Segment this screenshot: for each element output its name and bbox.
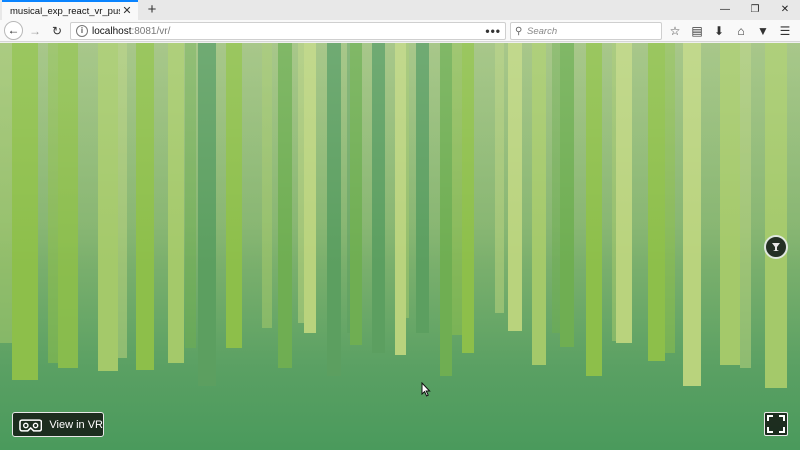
url-text[interactable]: localhost:8081/vr/	[92, 25, 170, 38]
pillar	[98, 43, 118, 371]
pillar	[416, 43, 429, 333]
minimize-icon[interactable]: —	[710, 0, 740, 20]
pillar	[462, 43, 474, 353]
download-icon[interactable]: ⬇	[708, 22, 730, 40]
cup-icon[interactable]	[764, 235, 788, 259]
pillar	[560, 43, 574, 347]
fullscreen-icon[interactable]	[764, 412, 788, 436]
pillar	[765, 43, 787, 388]
search-icon: ⚲	[515, 26, 523, 37]
pillar	[440, 43, 452, 376]
vr-viewport[interactable]: View in VR	[0, 43, 800, 450]
pillar	[452, 43, 463, 335]
browser-window: musical_exp_react_vr_pusher ✕ + — ❐ ✕ ← …	[0, 0, 800, 450]
pillar	[58, 43, 78, 368]
pillar	[616, 43, 632, 343]
nav-toolbar: ← → ↻ i localhost:8081/vr/ ••• ⚲ ☆ ▤ ⬇ ⌂…	[0, 20, 800, 42]
pillar	[226, 43, 242, 348]
pillar	[720, 43, 740, 365]
pillar	[665, 43, 675, 353]
url-bar[interactable]: i localhost:8081/vr/ •••	[70, 22, 506, 40]
mouse-pointer-icon	[421, 382, 431, 397]
pillar	[372, 43, 385, 353]
ellipsis-icon[interactable]: •••	[485, 23, 501, 39]
star-icon[interactable]: ☆	[664, 22, 686, 40]
reload-icon[interactable]: ↻	[49, 22, 65, 40]
forest-scene	[0, 43, 787, 388]
pillar	[532, 43, 546, 365]
pillar	[168, 43, 184, 363]
view-in-vr-button[interactable]: View in VR	[12, 412, 104, 437]
pillar	[740, 43, 751, 368]
pillar	[185, 43, 196, 348]
toolbar-icons: ☆ ▤ ⬇ ⌂ ▼ ☰	[664, 22, 796, 40]
close-icon[interactable]: ✕	[770, 0, 800, 20]
pocket-icon[interactable]: ▼	[752, 22, 774, 40]
url-host: localhost	[92, 26, 132, 37]
arrow-right-icon[interactable]: →	[27, 22, 43, 40]
pillar	[350, 43, 362, 345]
pillar	[278, 43, 292, 368]
pillar	[118, 43, 127, 358]
home-icon[interactable]: ⌂	[730, 22, 752, 40]
pillar	[495, 43, 504, 313]
pillar	[198, 43, 216, 386]
pillar	[508, 43, 522, 331]
pillar	[395, 43, 406, 355]
pillar	[48, 43, 58, 363]
plus-icon[interactable]: +	[143, 1, 161, 19]
view-in-vr-label: View in VR	[49, 418, 103, 431]
pillar	[262, 43, 272, 328]
window-controls: — ❐ ✕	[710, 0, 800, 20]
pillar	[683, 43, 701, 386]
vr-headset-icon	[19, 418, 43, 432]
hamburger-menu-icon[interactable]: ☰	[774, 22, 796, 40]
tab-strip: musical_exp_react_vr_pusher ✕ + — ❐ ✕	[0, 0, 800, 20]
tab-active[interactable]: musical_exp_react_vr_pusher ✕	[2, 0, 138, 20]
pillar	[327, 43, 341, 376]
info-icon[interactable]: i	[76, 25, 88, 37]
reader-icon[interactable]: ▤	[686, 22, 708, 40]
pillar	[648, 43, 665, 361]
url-path: :8081/vr/	[131, 26, 171, 37]
pillar	[0, 43, 12, 343]
close-icon[interactable]: ✕	[120, 4, 134, 18]
restore-icon[interactable]: ❐	[740, 0, 770, 20]
pillar	[586, 43, 602, 376]
arrow-left-icon[interactable]: ←	[4, 21, 23, 40]
search-input[interactable]	[527, 24, 657, 38]
tab-title: musical_exp_react_vr_pusher	[10, 5, 120, 17]
pillar	[136, 43, 154, 370]
pillar	[12, 43, 38, 380]
search-bar[interactable]: ⚲	[510, 22, 662, 40]
pillar	[304, 43, 316, 333]
